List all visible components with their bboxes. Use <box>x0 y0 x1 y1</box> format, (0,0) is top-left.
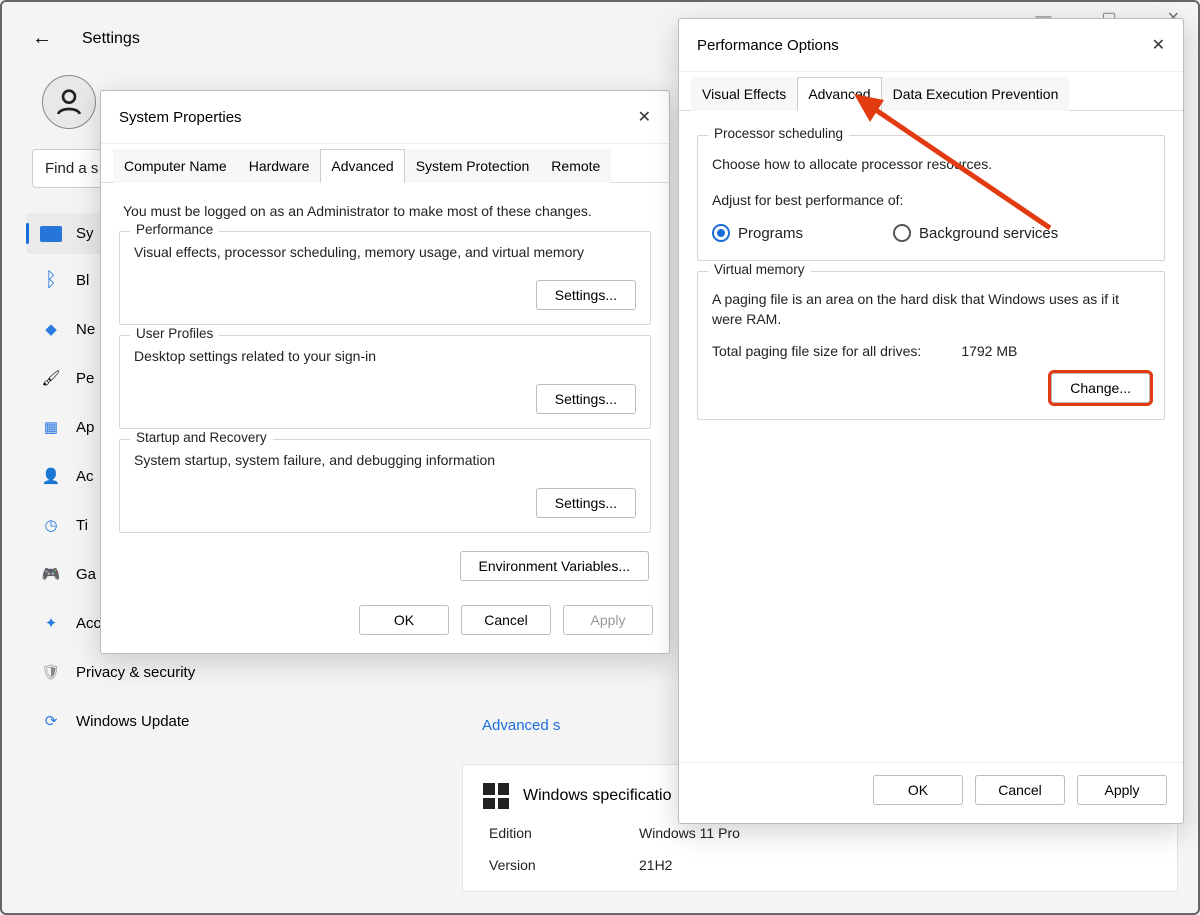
dialog-button-row: OK Cancel Apply <box>679 762 1183 823</box>
tab-advanced[interactable]: Advanced <box>797 77 881 111</box>
person-small-icon: 👤 <box>40 465 62 487</box>
userprofiles-desc: Desktop settings related to your sign-in <box>134 348 636 364</box>
accessibility-icon: ✦ <box>40 612 62 634</box>
bluetooth-icon: ᛒ <box>40 269 62 291</box>
radio-background-services[interactable]: Background services <box>893 224 1058 242</box>
close-icon[interactable]: ✕ <box>1152 35 1165 55</box>
group-legend: Startup and Recovery <box>130 430 273 445</box>
nav-item-privacy[interactable]: 🛡Privacy & security <box>26 649 438 695</box>
group-legend: Processor scheduling <box>708 126 849 141</box>
apps-icon: ▦ <box>40 416 62 438</box>
update-icon: ⟳ <box>40 710 62 732</box>
person-icon <box>53 86 85 118</box>
apply-button[interactable]: Apply <box>563 605 653 635</box>
vm-desc: A paging file is an area on the hard dis… <box>712 290 1150 329</box>
spec-row-edition: EditionWindows 11 Pro <box>483 825 1157 841</box>
group-startup-recovery: Startup and Recovery System startup, sys… <box>119 439 651 533</box>
admin-note: You must be logged on as an Administrato… <box>119 197 651 221</box>
tab-remote[interactable]: Remote <box>540 149 611 183</box>
group-user-profiles: User Profiles Desktop settings related t… <box>119 335 651 429</box>
performance-settings-button[interactable]: Settings... <box>536 280 636 310</box>
performance-options-dialog: Performance Options ✕ Visual Effects Adv… <box>678 18 1184 824</box>
tab-advanced[interactable]: Advanced <box>320 149 404 183</box>
vm-total-value: 1792 MB <box>961 343 1017 359</box>
wifi-icon: ◆ <box>40 318 62 340</box>
card-title: Windows specificatio <box>523 787 672 805</box>
performance-desc: Visual effects, processor scheduling, me… <box>134 244 636 260</box>
user-avatar[interactable] <box>42 75 96 129</box>
group-processor-scheduling: Processor scheduling Choose how to alloc… <box>697 135 1165 261</box>
apply-button[interactable]: Apply <box>1077 775 1167 805</box>
nav-item-update[interactable]: ⟳Windows Update <box>26 698 438 744</box>
back-arrow-icon[interactable]: ← <box>32 27 52 50</box>
tab-hardware[interactable]: Hardware <box>238 149 321 183</box>
brush-icon: 🖌 <box>40 367 62 389</box>
change-button[interactable]: Change... <box>1051 373 1150 403</box>
ok-button[interactable]: OK <box>873 775 963 805</box>
gamepad-icon: 🎮 <box>40 563 62 585</box>
group-performance: Performance Visual effects, processor sc… <box>119 231 651 325</box>
vm-total-label: Total paging file size for all drives: <box>712 343 921 359</box>
userprofiles-settings-button[interactable]: Settings... <box>536 384 636 414</box>
radio-unchecked-icon <box>893 224 911 242</box>
proc-adjust-label: Adjust for best performance of: <box>712 192 1150 208</box>
settings-title: Settings <box>82 30 140 48</box>
spec-row-version: Version21H2 <box>483 857 1157 873</box>
cancel-button[interactable]: Cancel <box>975 775 1065 805</box>
shield-icon: 🛡 <box>40 661 62 683</box>
tab-computer-name[interactable]: Computer Name <box>113 149 238 183</box>
group-legend: Virtual memory <box>708 262 811 277</box>
proc-desc: Choose how to allocate processor resourc… <box>712 156 1150 172</box>
ok-button[interactable]: OK <box>359 605 449 635</box>
cancel-button[interactable]: Cancel <box>461 605 551 635</box>
environment-variables-button[interactable]: Environment Variables... <box>460 551 649 581</box>
tab-dep[interactable]: Data Execution Prevention <box>882 77 1070 111</box>
group-virtual-memory: Virtual memory A paging file is an area … <box>697 271 1165 420</box>
windows-logo-icon <box>483 783 509 809</box>
startup-desc: System startup, system failure, and debu… <box>134 452 636 468</box>
group-legend: User Profiles <box>130 326 219 341</box>
clock-icon: ◷ <box>40 514 62 536</box>
system-properties-dialog: System Properties ✕ Computer Name Hardwa… <box>100 90 670 654</box>
perf-tabs: Visual Effects Advanced Data Execution P… <box>679 76 1183 111</box>
tab-visual-effects[interactable]: Visual Effects <box>691 77 797 111</box>
close-icon[interactable]: ✕ <box>638 107 651 127</box>
display-icon <box>40 226 62 242</box>
sysprops-tabs: Computer Name Hardware Advanced System P… <box>101 148 669 183</box>
dialog-title: System Properties <box>119 109 242 126</box>
dialog-title: Performance Options <box>697 37 839 54</box>
group-legend: Performance <box>130 222 219 237</box>
tab-system-protection[interactable]: System Protection <box>405 149 541 183</box>
dialog-button-row: OK Cancel Apply <box>101 593 669 653</box>
startup-settings-button[interactable]: Settings... <box>536 488 636 518</box>
radio-checked-icon <box>712 224 730 242</box>
radio-programs[interactable]: Programs <box>712 224 803 242</box>
